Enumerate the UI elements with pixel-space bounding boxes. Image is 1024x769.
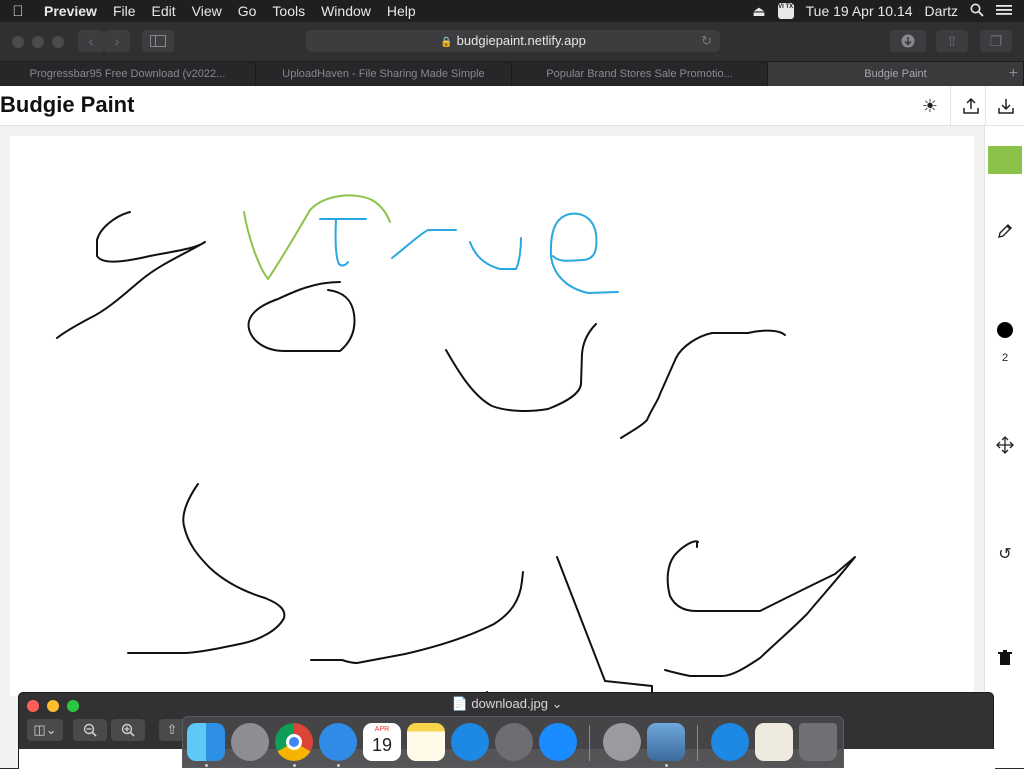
menu-edit[interactable]: Edit — [144, 0, 184, 22]
theme-toggle-icon[interactable]: ☀ — [919, 95, 941, 117]
documents-folder-icon[interactable] — [755, 723, 793, 761]
trash-icon[interactable] — [985, 650, 1024, 671]
stroke-black — [485, 556, 653, 722]
trash-bin-icon[interactable] — [799, 723, 837, 761]
dock-separator — [697, 725, 698, 761]
preview-filename[interactable]: download.jpg ⌄ — [471, 696, 562, 711]
teamviewer-icon[interactable] — [539, 723, 577, 761]
window-minimize-button[interactable] — [32, 36, 44, 48]
notes-icon[interactable] — [407, 723, 445, 761]
reload-icon[interactable]: ↻ — [701, 30, 712, 52]
stroke-black — [445, 323, 597, 412]
web-page: Budgie Paint ☀ 2 ↺ — [0, 86, 1024, 768]
calendar-month: APR — [374, 726, 390, 733]
zoom-out-icon[interactable] — [73, 719, 107, 741]
window-close-button[interactable] — [12, 36, 24, 48]
apple-menu-icon[interactable]:  — [0, 3, 36, 20]
new-tab-button[interactable]: + — [1009, 62, 1018, 86]
chrome-center — [286, 734, 302, 750]
control-center-icon[interactable] — [996, 3, 1012, 19]
lock-icon: 🔒 — [440, 37, 453, 48]
brush-size-icon[interactable] — [997, 322, 1013, 338]
clock-label[interactable]: Tue 19 Apr 10.14 — [806, 3, 913, 19]
dock: APR 19 — [182, 716, 844, 768]
keychain-access-icon[interactable] — [603, 723, 641, 761]
running-indicator — [665, 764, 668, 767]
menu-app-name[interactable]: Preview — [36, 0, 105, 22]
drawing-canvas[interactable] — [10, 136, 974, 722]
zoom-in-icon[interactable] — [111, 719, 145, 741]
header-divider — [950, 86, 951, 126]
stroke-black — [310, 571, 524, 664]
user-name-label[interactable]: Dartz — [925, 3, 958, 19]
color-swatch-button[interactable] — [988, 146, 1022, 174]
stroke-blue — [469, 237, 522, 270]
menu-view[interactable]: View — [184, 0, 230, 22]
download-icon[interactable] — [995, 95, 1017, 117]
downloads-icon[interactable] — [890, 30, 926, 52]
window-zoom-button[interactable] — [52, 36, 64, 48]
system-preferences-icon[interactable] — [495, 723, 533, 761]
tool-sidebar: 2 ↺ — [984, 126, 1024, 768]
stroke-blue — [549, 212, 619, 294]
forward-button[interactable]: › — [104, 30, 130, 52]
undo-icon[interactable]: ↺ — [985, 544, 1024, 564]
launchpad-icon[interactable] — [231, 723, 269, 761]
app-header: Budgie Paint ☀ — [0, 86, 1024, 126]
tab-overview-icon[interactable]: ❐ — [980, 30, 1012, 52]
app-store-icon[interactable] — [451, 723, 489, 761]
running-indicator — [293, 764, 296, 767]
menu-go[interactable]: Go — [230, 0, 265, 22]
menu-help[interactable]: Help — [379, 0, 424, 22]
stroke-black — [664, 540, 856, 677]
preview-app-icon[interactable] — [647, 723, 685, 761]
share-icon[interactable]: ⇧ — [936, 30, 968, 52]
pencil-icon[interactable] — [985, 222, 1024, 245]
sidebar-menu-icon[interactable]: ◫⌄ — [27, 719, 63, 741]
drawing-strokes — [56, 194, 856, 722]
brush-size-label: 2 — [1001, 352, 1009, 364]
calendar-day: 19 — [371, 735, 393, 755]
stroke-blue — [319, 218, 367, 267]
stroke-black — [127, 483, 286, 654]
dock-separator — [589, 725, 590, 761]
safari-icon[interactable] — [319, 723, 357, 761]
chrome-icon[interactable] — [275, 723, 313, 761]
document-icon: 📄 — [451, 696, 468, 711]
tab-strip: Progressbar95 Free Download (v2022... Up… — [0, 62, 1024, 86]
tab-progressbar95[interactable]: Progressbar95 Free Download (v2022... — [0, 62, 256, 86]
calendar-icon[interactable]: APR 19 — [363, 723, 401, 761]
stroke-black — [247, 281, 356, 352]
eject-icon[interactable]: ⏏ — [752, 3, 765, 20]
running-indicator — [205, 764, 208, 767]
tab-brand-stores[interactable]: Popular Brand Stores Sale Promotio... — [512, 62, 768, 86]
menu-file[interactable]: File — [105, 0, 144, 22]
page-title: Budgie Paint — [0, 92, 135, 117]
menu-bar:  Preview File Edit View Go Tools Window… — [0, 0, 1024, 22]
move-icon[interactable] — [985, 436, 1024, 459]
stroke-black — [56, 211, 206, 339]
finder-icon[interactable] — [187, 723, 225, 761]
sidebar-toggle-icon[interactable] — [142, 30, 174, 52]
tab-uploadhaven[interactable]: UploadHaven - File Sharing Made Simple — [256, 62, 512, 86]
stroke-blue — [391, 229, 457, 259]
spotlight-search-icon[interactable] — [970, 3, 984, 20]
stroke-black — [620, 329, 786, 439]
back-button[interactable]: ‹ — [78, 30, 104, 52]
address-bar[interactable]: 🔒 budgiepaint.netlify.app ↻ — [306, 30, 720, 52]
preview-title: 📄 download.jpg ⌄ — [19, 696, 995, 712]
url-text: budgiepaint.netlify.app — [456, 33, 586, 48]
stroke-green — [243, 194, 391, 280]
menu-window[interactable]: Window — [313, 0, 379, 22]
input-source-icon[interactable]: VI TX — [777, 3, 794, 19]
upload-icon[interactable] — [960, 95, 982, 117]
running-indicator — [337, 764, 340, 767]
browser-toolbar: ‹ › 🔒 budgiepaint.netlify.app ↻ ⇧ ❐ — [0, 22, 1024, 62]
menu-tools[interactable]: Tools — [264, 0, 313, 22]
applications-folder-icon[interactable] — [711, 723, 749, 761]
header-divider — [985, 86, 986, 126]
tab-budgie-paint[interactable]: Budgie Paint — [768, 62, 1024, 86]
